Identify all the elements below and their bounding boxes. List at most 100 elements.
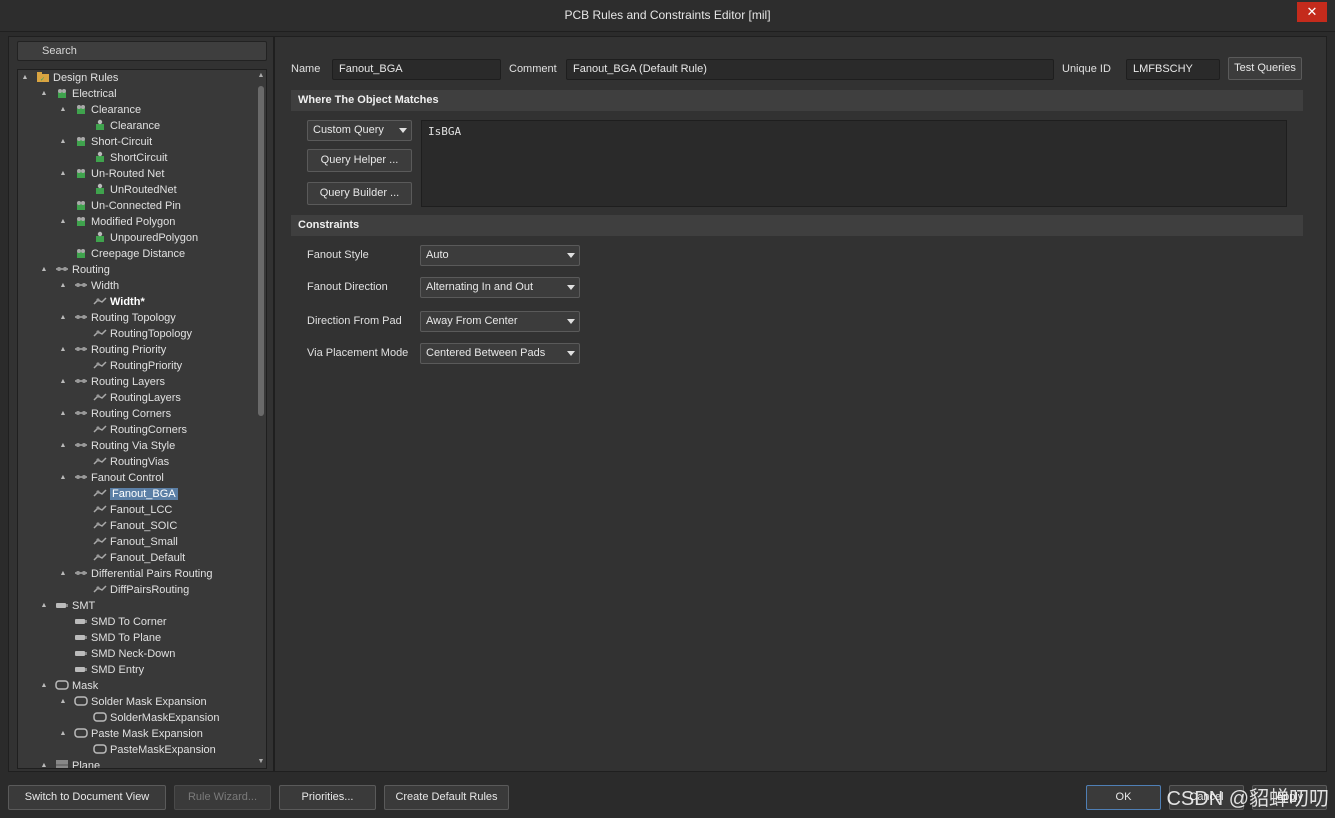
tree-item[interactable]: ▲ Routing Layers <box>60 374 165 390</box>
tree-item[interactable]: ▲ Un-Routed Net <box>58 166 165 182</box>
tree-item[interactable]: SMD Entry <box>60 662 144 678</box>
comment-field[interactable]: Fanout_BGA (Default Rule) <box>566 59 1054 80</box>
priorities-button[interactable]: Priorities... <box>279 785 376 810</box>
tree-item[interactable]: RoutingLayers <box>79 390 181 406</box>
tree-item[interactable]: PasteMaskExpansion <box>79 742 216 758</box>
scroll-down-arrow-icon[interactable]: ▼ <box>257 758 265 766</box>
tree-item-label: Fanout_Default <box>110 552 186 564</box>
expand-toggle-icon[interactable]: ▲ <box>58 134 68 150</box>
tree-item[interactable]: ▲ Clearance <box>58 102 142 118</box>
chevron-down-icon <box>567 285 575 290</box>
tree-item[interactable]: ▲ Plane <box>39 758 100 768</box>
expand-toggle-icon[interactable]: ▲ <box>58 214 68 230</box>
expand-toggle-icon[interactable]: ▲ <box>39 86 49 102</box>
expand-toggle-icon[interactable]: ▲ <box>58 726 68 742</box>
tree-item[interactable]: ▲ SMT <box>39 598 96 614</box>
tree-item[interactable]: RoutingVias <box>79 454 169 470</box>
search-input[interactable]: Search <box>17 41 267 61</box>
expand-toggle-icon[interactable]: ▲ <box>39 262 49 278</box>
tree-item-label: Width <box>91 280 120 292</box>
expand-toggle-icon[interactable]: ▲ <box>58 102 68 118</box>
unique-id-field[interactable]: LMFBSCHY <box>1126 59 1220 80</box>
chevron-down-icon <box>567 253 575 258</box>
tree-item[interactable]: ▲ Routing Corners <box>58 406 172 422</box>
ok-button[interactable]: OK <box>1086 785 1161 810</box>
electrical-icon <box>74 248 88 260</box>
tree-item-label: Short-Circuit <box>91 136 153 148</box>
routing-rule-icon <box>93 504 107 516</box>
query-editor[interactable]: IsBGA <box>421 120 1287 207</box>
tree-item[interactable]: Fanout_LCC <box>79 502 172 518</box>
routing-icon <box>74 376 88 388</box>
expand-toggle-icon[interactable]: ▲ <box>58 278 68 294</box>
tree-item[interactable]: SolderMaskExpansion <box>79 710 219 726</box>
tree-item[interactable]: ▲ Short-Circuit <box>58 134 153 150</box>
test-queries-button[interactable]: Test Queries <box>1228 57 1302 80</box>
expand-toggle-icon[interactable]: ▲ <box>58 566 68 582</box>
routing-icon <box>55 264 69 276</box>
constraint-value: Alternating In and Out <box>426 281 534 293</box>
tree-item[interactable]: ▲ Modified Polygon <box>58 214 176 230</box>
tree-item[interactable]: ▲ Solder Mask Expansion <box>60 694 207 710</box>
tree-item[interactable]: SMD To Corner <box>60 614 167 630</box>
tree-item[interactable]: RoutingTopology <box>79 326 192 342</box>
tree-item[interactable]: ShortCircuit <box>79 150 167 166</box>
expand-toggle-icon[interactable]: ▲ <box>58 406 68 422</box>
constraint-dropdown[interactable]: Alternating In and Out <box>420 277 580 298</box>
constraint-dropdown[interactable]: Centered Between Pads <box>420 343 580 364</box>
tree-item[interactable]: SMD To Plane <box>60 630 161 646</box>
expand-toggle-icon[interactable]: ▲ <box>39 678 49 694</box>
expand-toggle-icon[interactable]: ▲ <box>58 438 68 454</box>
tree-item[interactable]: Fanout_Small <box>79 534 178 550</box>
scroll-up-arrow-icon[interactable]: ▲ <box>257 72 265 80</box>
create-default-rules-button[interactable]: Create Default Rules <box>384 785 509 810</box>
tree-item[interactable]: Fanout_SOIC <box>79 518 177 534</box>
tree-item-label: Routing Layers <box>91 376 165 388</box>
expand-toggle-icon[interactable]: ▲ <box>58 374 68 390</box>
constraint-dropdown[interactable]: Auto <box>420 245 580 266</box>
tree-item[interactable]: UnRoutedNet <box>79 182 177 198</box>
tree-item[interactable]: ▲ Routing Priority <box>58 342 167 358</box>
routing-rule-icon <box>93 456 107 468</box>
tree-scrollbar[interactable]: ▲ ▼ <box>257 72 265 766</box>
scroll-thumb[interactable] <box>258 86 264 416</box>
query-builder-button[interactable]: Query Builder ... <box>307 182 412 205</box>
tree-item[interactable]: Creepage Distance <box>60 246 185 262</box>
expand-toggle-icon[interactable]: ▲ <box>39 758 49 768</box>
tree-item-label: UnRoutedNet <box>110 184 177 196</box>
tree-item[interactable]: DiffPairsRouting <box>79 582 189 598</box>
expand-toggle-icon[interactable]: ▲ <box>58 470 68 486</box>
tree-item[interactable]: RoutingCorners <box>79 422 187 438</box>
expand-toggle-icon[interactable]: ▲ <box>58 342 68 358</box>
query-type-dropdown[interactable]: Custom Query <box>307 120 412 141</box>
tree-item[interactable]: ▲ Electrical <box>41 86 117 102</box>
expand-toggle-icon[interactable]: ▲ <box>58 166 68 182</box>
constraint-dropdown[interactable]: Away From Center <box>420 311 580 332</box>
expand-toggle-icon[interactable]: ▲ <box>39 598 49 614</box>
close-button[interactable]: ✕ <box>1297 2 1327 22</box>
tree-item[interactable]: ▲ Routing Via Style <box>58 438 176 454</box>
tree-item[interactable]: ▲ Mask <box>39 678 99 694</box>
tree-item[interactable]: ▲ Paste Mask Expansion <box>60 726 203 742</box>
tree-item[interactable]: Un-Connected Pin <box>60 198 181 214</box>
tree-item[interactable]: ▲ Width <box>58 278 120 294</box>
name-field[interactable]: Fanout_BGA <box>332 59 501 80</box>
tree-item[interactable]: Fanout_BGA <box>79 486 178 502</box>
expand-toggle-icon[interactable]: ▲ <box>58 694 68 710</box>
tree-item[interactable]: Width* <box>79 294 145 310</box>
tree-item[interactable]: ▲ Routing Topology <box>60 310 176 326</box>
tree-item[interactable]: SMD Neck-Down <box>60 646 175 662</box>
tree-item[interactable]: ▲ ✓ Design Rules <box>22 70 118 86</box>
tree-item[interactable]: Fanout_Default <box>79 550 185 566</box>
query-helper-button[interactable]: Query Helper ... <box>307 149 412 172</box>
tree-item[interactable]: Clearance <box>79 118 160 134</box>
switch-to-document-view-button[interactable]: Switch to Document View <box>8 785 166 810</box>
expand-toggle-icon[interactable]: ▲ <box>20 70 30 86</box>
tree-item[interactable]: ▲ Differential Pairs Routing <box>58 566 213 582</box>
expand-toggle-icon[interactable]: ▲ <box>58 310 68 326</box>
tree-item[interactable]: RoutingPriority <box>79 358 182 374</box>
rule-wizard-button[interactable]: Rule Wizard... <box>174 785 271 810</box>
tree-item[interactable]: UnpouredPolygon <box>79 230 198 246</box>
tree-item[interactable]: ▲ Routing <box>41 262 110 278</box>
tree-item[interactable]: ▲ Fanout Control <box>60 470 164 486</box>
